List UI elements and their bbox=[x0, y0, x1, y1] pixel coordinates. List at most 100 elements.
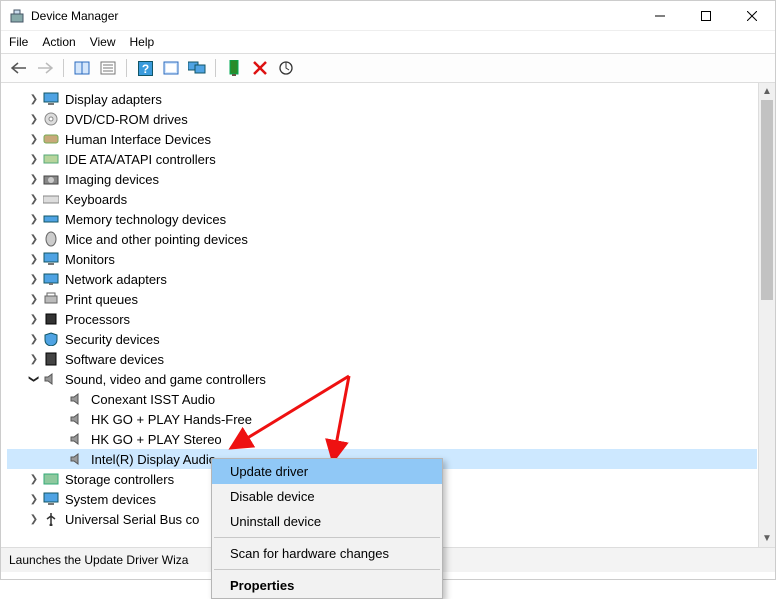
tree-node-imaging[interactable]: ❯Imaging devices bbox=[7, 169, 757, 189]
chevron-down-icon[interactable]: ❯ bbox=[27, 372, 41, 386]
context-menu: Update driver Disable device Uninstall d… bbox=[211, 458, 443, 599]
svg-text:?: ? bbox=[141, 62, 148, 76]
tree-leaf-conexant[interactable]: Conexant ISST Audio bbox=[7, 389, 757, 409]
scroll-track[interactable] bbox=[759, 100, 775, 530]
back-button[interactable] bbox=[7, 57, 31, 79]
tree-node-label: Storage controllers bbox=[65, 472, 174, 487]
tree-node-display-adapters[interactable]: ❯ Display adapters bbox=[7, 89, 757, 109]
chevron-right-icon[interactable]: ❯ bbox=[27, 272, 41, 286]
cpu-icon bbox=[43, 311, 59, 327]
context-menu-uninstall-device[interactable]: Uninstall device bbox=[212, 509, 442, 534]
printer-icon bbox=[43, 291, 59, 307]
forward-button[interactable] bbox=[33, 57, 57, 79]
tree-node-ide[interactable]: ❯IDE ATA/ATAPI controllers bbox=[7, 149, 757, 169]
chevron-right-icon[interactable]: ❯ bbox=[27, 112, 41, 126]
add-legacy-button[interactable] bbox=[222, 57, 246, 79]
tree-node-sound[interactable]: ❯Sound, video and game controllers bbox=[7, 369, 757, 389]
tree-node-processors[interactable]: ❯ Processors bbox=[7, 309, 757, 329]
context-menu-separator bbox=[214, 569, 440, 570]
speaker-icon bbox=[69, 451, 85, 467]
menu-action[interactable]: Action bbox=[42, 35, 75, 49]
speaker-icon bbox=[69, 431, 85, 447]
tree-node-label: Processors bbox=[65, 312, 130, 327]
properties-button[interactable] bbox=[96, 57, 120, 79]
disc-icon bbox=[43, 111, 59, 127]
scroll-down-button[interactable]: ▼ bbox=[759, 530, 775, 547]
chevron-right-icon[interactable]: ❯ bbox=[27, 252, 41, 266]
scroll-up-button[interactable]: ▲ bbox=[759, 83, 775, 100]
toolbar-separator bbox=[215, 59, 216, 77]
close-button[interactable] bbox=[729, 1, 775, 31]
tree-node-label: HK GO + PLAY Stereo bbox=[91, 432, 222, 447]
remove-button[interactable] bbox=[248, 57, 272, 79]
vertical-scrollbar[interactable]: ▲ ▼ bbox=[758, 83, 775, 547]
context-menu-properties[interactable]: Properties bbox=[212, 573, 442, 598]
mouse-icon bbox=[43, 231, 59, 247]
context-menu-disable-device[interactable]: Disable device bbox=[212, 484, 442, 509]
tree-node-label: Network adapters bbox=[65, 272, 167, 287]
context-menu-separator bbox=[214, 537, 440, 538]
chevron-right-icon[interactable]: ❯ bbox=[27, 292, 41, 306]
chevron-right-icon[interactable]: ❯ bbox=[27, 232, 41, 246]
chevron-right-icon[interactable]: ❯ bbox=[27, 472, 41, 486]
chevron-right-icon[interactable]: ❯ bbox=[27, 352, 41, 366]
maximize-button[interactable] bbox=[683, 1, 729, 31]
scroll-thumb[interactable] bbox=[761, 100, 773, 300]
tree-node-software[interactable]: ❯ Software devices bbox=[7, 349, 757, 369]
chevron-right-icon[interactable]: ❯ bbox=[27, 192, 41, 206]
tree-node-label: Memory technology devices bbox=[65, 212, 226, 227]
chevron-right-icon[interactable]: ❯ bbox=[27, 332, 41, 346]
tree-node-label: Mice and other pointing devices bbox=[65, 232, 248, 247]
tree-node-label: Security devices bbox=[65, 332, 160, 347]
chevron-right-icon[interactable]: ❯ bbox=[27, 312, 41, 326]
tree-node-label: System devices bbox=[65, 492, 156, 507]
software-icon bbox=[43, 351, 59, 367]
chevron-right-icon[interactable]: ❯ bbox=[27, 512, 41, 526]
tree-leaf-hk-stereo[interactable]: HK GO + PLAY Stereo bbox=[7, 429, 757, 449]
toolbar-separator bbox=[63, 59, 64, 77]
speaker-icon bbox=[69, 391, 85, 407]
context-menu-update-driver[interactable]: Update driver bbox=[212, 459, 442, 484]
tree-node-mice[interactable]: ❯ Mice and other pointing devices bbox=[7, 229, 757, 249]
tree-node-label: HK GO + PLAY Hands-Free bbox=[91, 412, 252, 427]
tree-node-network[interactable]: ❯ Network adapters bbox=[7, 269, 757, 289]
tree-node-monitors[interactable]: ❯ Monitors bbox=[7, 249, 757, 269]
minimize-button[interactable] bbox=[637, 1, 683, 31]
camera-icon bbox=[43, 171, 59, 187]
tree-node-label: Display adapters bbox=[65, 92, 162, 107]
chevron-right-icon[interactable]: ❯ bbox=[27, 492, 41, 506]
window-title: Device Manager bbox=[31, 9, 118, 23]
toolbar: ? bbox=[1, 54, 775, 83]
statusbar-text: Launches the Update Driver Wiza bbox=[9, 553, 188, 567]
tree-node-label: Monitors bbox=[65, 252, 115, 267]
tree-node-label: Software devices bbox=[65, 352, 164, 367]
menu-file[interactable]: File bbox=[9, 35, 28, 49]
refresh-button[interactable] bbox=[274, 57, 298, 79]
second-monitor-button[interactable] bbox=[185, 57, 209, 79]
chevron-right-icon[interactable]: ❯ bbox=[27, 132, 41, 146]
chevron-right-icon[interactable]: ❯ bbox=[27, 172, 41, 186]
scan-button[interactable] bbox=[159, 57, 183, 79]
context-menu-scan[interactable]: Scan for hardware changes bbox=[212, 541, 442, 566]
app-icon bbox=[9, 8, 25, 24]
network-icon bbox=[43, 271, 59, 287]
show-hidden-button[interactable] bbox=[70, 57, 94, 79]
help-button[interactable]: ? bbox=[133, 57, 157, 79]
tree-node-memory[interactable]: ❯ Memory technology devices bbox=[7, 209, 757, 229]
chevron-right-icon[interactable]: ❯ bbox=[27, 212, 41, 226]
chevron-right-icon[interactable]: ❯ bbox=[27, 152, 41, 166]
tree-node-label: Intel(R) Display Audio bbox=[91, 452, 216, 467]
tree-node-dvd[interactable]: ❯DVD/CD-ROM drives bbox=[7, 109, 757, 129]
tree-node-print[interactable]: ❯Print queues bbox=[7, 289, 757, 309]
monitor-icon bbox=[43, 91, 59, 107]
menu-view[interactable]: View bbox=[90, 35, 116, 49]
tree-node-hid[interactable]: ❯Human Interface Devices bbox=[7, 129, 757, 149]
tree-node-security[interactable]: ❯ Security devices bbox=[7, 329, 757, 349]
menu-help[interactable]: Help bbox=[130, 35, 155, 49]
storage-icon bbox=[43, 471, 59, 487]
titlebar: Device Manager bbox=[1, 1, 775, 31]
tree-leaf-hk-handsfree[interactable]: HK GO + PLAY Hands-Free bbox=[7, 409, 757, 429]
hid-icon bbox=[43, 131, 59, 147]
chevron-right-icon[interactable]: ❯ bbox=[27, 92, 41, 106]
tree-node-keyboards[interactable]: ❯Keyboards bbox=[7, 189, 757, 209]
